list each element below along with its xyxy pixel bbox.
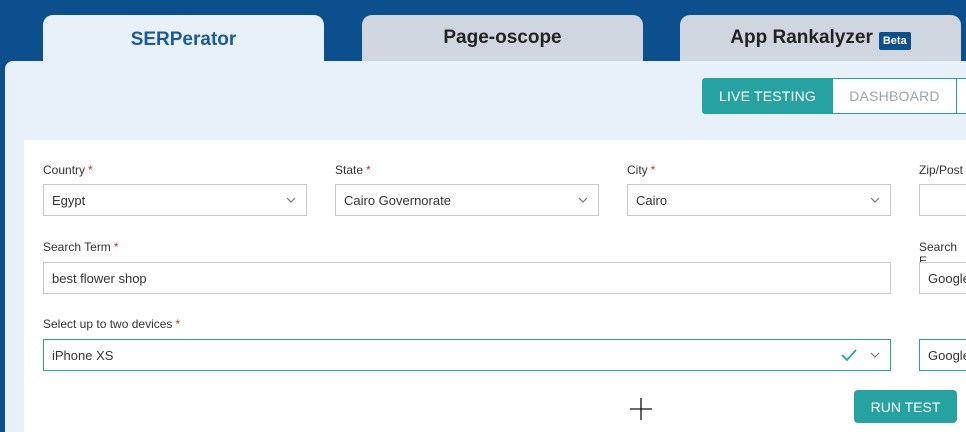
chevron-down-icon [286, 197, 296, 203]
crosshair-cursor-icon [630, 398, 652, 420]
state-select[interactable]: Cairo Governorate [335, 184, 599, 216]
country-select[interactable]: Egypt [43, 184, 307, 216]
search-term-label: Search Term * [43, 240, 119, 254]
tab-page-oscope-label: Page-oscope [443, 27, 562, 48]
run-test-button[interactable]: RUN TEST [854, 390, 957, 423]
tab-serperator[interactable]: SERPerator [43, 15, 324, 65]
tab-page-oscope[interactable]: Page-oscope [362, 15, 643, 61]
search-engine-value: Google [928, 270, 966, 286]
chevron-down-icon [870, 197, 880, 203]
search-term-value: best flower shop [52, 270, 147, 286]
beta-badge: Beta [878, 32, 911, 50]
search-engine-select[interactable]: Google [919, 262, 966, 294]
city-value: Cairo [636, 192, 668, 208]
devices-select[interactable]: iPhone XS [43, 339, 891, 371]
tab-serperator-label: SERPerator [130, 29, 237, 50]
devices-value: iPhone XS [52, 347, 114, 363]
tab-app-rankalyzer[interactable]: App Rankalyzer Beta [680, 15, 961, 61]
mode-switch-overflow[interactable] [957, 78, 966, 114]
zip-label: Zip/Post [919, 163, 964, 177]
country-value: Egypt [52, 192, 86, 208]
chevron-down-icon [870, 352, 880, 358]
engine-domain-value: Google [928, 347, 966, 363]
search-term-input[interactable]: best flower shop [43, 262, 891, 294]
dashboard-button[interactable]: DASHBOARD [833, 78, 957, 114]
tab-app-rankalyzer-label: App Rankalyzer [730, 27, 873, 48]
devices-label: Select up to two devices * [43, 317, 181, 331]
zip-input[interactable] [919, 184, 966, 216]
chevron-down-icon [578, 197, 588, 203]
checkmark-icon [841, 349, 857, 362]
city-label: City * [627, 163, 656, 177]
country-label: Country * [43, 163, 93, 177]
live-testing-button[interactable]: LIVE TESTING [702, 78, 833, 114]
city-select[interactable]: Cairo [627, 184, 891, 216]
state-label: State * [335, 163, 371, 177]
state-value: Cairo Governorate [344, 192, 451, 208]
engine-domain-select[interactable]: Google [919, 339, 966, 371]
